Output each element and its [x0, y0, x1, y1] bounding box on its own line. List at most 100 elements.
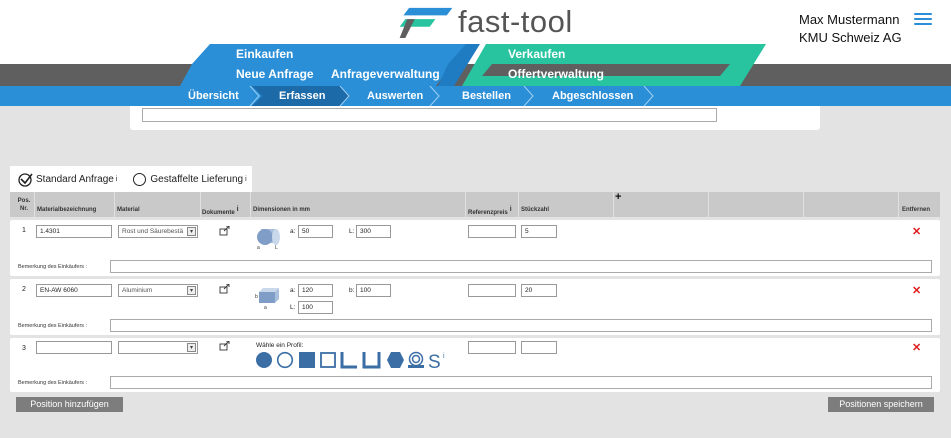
step-chevron-icon: [429, 86, 440, 106]
svg-text:a: a: [257, 245, 260, 250]
quantity-input[interactable]: 5: [521, 225, 557, 238]
profile-prompt: Wähle ein Profil:: [256, 342, 304, 349]
radio-standard-anfrage[interactable]: Standard Anfrage i: [18, 172, 117, 187]
header-remove: Entfernen: [902, 207, 931, 213]
add-column-button[interactable]: +: [615, 192, 621, 203]
quantity-input[interactable]: 20: [521, 284, 557, 297]
radio-circle-icon: [133, 172, 147, 186]
checked-circle-icon: [18, 172, 33, 187]
step-chevron-icon: [339, 86, 350, 106]
dim-l-input[interactable]: 300: [356, 225, 391, 238]
user-info[interactable]: Max Mustermann KMU Schweiz AG: [799, 11, 902, 47]
request-type-selector: Standard Anfrage i Gestaffelte Lieferung…: [10, 166, 252, 192]
material-name-input[interactable]: 1.4301: [36, 225, 112, 238]
remark-label: Bemerkung des Einkäufers :: [18, 264, 88, 270]
logo-mark-icon: [399, 7, 453, 38]
chevron-down-icon: ▾: [187, 343, 196, 352]
header-dimensions: Dimensionen in mm: [253, 207, 311, 213]
reference-price-input[interactable]: [468, 341, 516, 354]
nav-einkaufen[interactable]: Einkaufen: [236, 47, 293, 61]
info-icon[interactable]: i: [510, 206, 512, 213]
info-icon[interactable]: i: [237, 206, 239, 213]
info-icon[interactable]: i: [116, 176, 118, 183]
hexagon-bar-icon: [387, 352, 404, 368]
save-positions-button[interactable]: Positionen speichern: [828, 397, 934, 412]
delete-row-icon[interactable]: ✕: [912, 341, 921, 354]
chevron-down-icon: ▾: [187, 286, 196, 295]
step-erfassen[interactable]: Erfassen: [279, 86, 325, 106]
step-uebersicht[interactable]: Übersicht: [188, 86, 239, 106]
tube-icon: [276, 351, 294, 369]
gestaffelte-lieferung-label: Gestaffelte Lieferung: [150, 173, 244, 185]
chevron-down-icon: ▾: [187, 227, 196, 236]
u-profile-icon: [362, 352, 381, 369]
square-tube-icon: [320, 352, 336, 368]
app-logo[interactable]: fast-tool: [398, 4, 573, 40]
info-icon[interactable]: i: [245, 176, 247, 183]
material-select[interactable]: ▾: [118, 341, 198, 354]
material-select[interactable]: Rost und Säurebestä ▾: [118, 225, 198, 238]
remark-input[interactable]: [110, 376, 932, 389]
step-chevron-icon: [523, 86, 534, 106]
svg-text:L: L: [275, 245, 278, 250]
remark-label: Bemerkung des Einkäufers :: [18, 323, 88, 329]
header-material-name: Materialbezeichnung: [37, 207, 97, 213]
user-name: Max Mustermann: [799, 12, 900, 27]
radio-gestaffelte-lieferung[interactable]: Gestaffelte Lieferung i: [133, 172, 247, 186]
step-bestellen[interactable]: Bestellen: [462, 86, 511, 106]
dim-l-input[interactable]: 100: [298, 301, 333, 314]
material-name-input[interactable]: [36, 341, 112, 354]
remark-input[interactable]: [110, 260, 932, 273]
square-bar-icon: [299, 352, 315, 368]
document-upload-icon[interactable]: [219, 226, 230, 236]
nav-verkaufen[interactable]: Verkaufen: [508, 47, 565, 61]
add-position-button[interactable]: Position hinzufügen: [16, 397, 123, 412]
delete-row-icon[interactable]: ✕: [912, 284, 921, 297]
s-profile-icon: Si: [428, 352, 445, 369]
row-position: 1: [22, 227, 26, 234]
reference-price-input[interactable]: [468, 225, 516, 238]
step-chevron-icon: [643, 86, 654, 106]
header-documents: Dokumente i: [202, 206, 239, 216]
dim-a-label: a:: [290, 287, 296, 294]
svg-text:S: S: [428, 352, 441, 369]
coil-icon: [408, 351, 424, 368]
dim-a-input[interactable]: 50: [298, 225, 333, 238]
header-quantity: Stückzahl: [521, 207, 550, 213]
dim-b-label: b:: [349, 287, 355, 294]
flat-bar-icon: b a: [255, 288, 279, 311]
remark-input[interactable]: [110, 319, 932, 332]
header-material: Material: [117, 207, 140, 213]
dim-b-input[interactable]: 100: [356, 284, 391, 297]
nav-anfrageverwaltung[interactable]: Anfrageverwaltung: [331, 67, 440, 81]
header-pos: Pos. Nr.: [17, 198, 31, 212]
dim-a-input[interactable]: 120: [298, 284, 333, 297]
table-row: 1 1.4301 Rost und Säurebestä ▾ a L a: 50 …: [10, 220, 940, 276]
nav-neue-anfrage[interactable]: Neue Anfrage: [236, 67, 314, 81]
table-row: 3 ▾ Wähle ein Profil: Si ✕ Bemerkung des…: [10, 338, 940, 392]
main-navigation: Einkaufen Neue Anfrage Anfrageverwaltung…: [0, 44, 951, 106]
dim-a-label: a:: [290, 228, 296, 235]
step-auswerten[interactable]: Auswerten: [367, 86, 423, 106]
dim-l-label: L:: [290, 304, 296, 311]
delete-row-icon[interactable]: ✕: [912, 225, 921, 238]
material-select[interactable]: Aluminium ▾: [118, 284, 198, 297]
angle-profile-icon: [340, 352, 357, 369]
remark-label: Bemerkung des Einkäufers :: [18, 380, 88, 386]
nav-offertverwaltung[interactable]: Offertverwaltung: [508, 67, 604, 81]
menu-icon[interactable]: [914, 13, 932, 27]
positions-table-header: Pos. Nr. Materialbezeichnung Material Do…: [10, 192, 940, 217]
request-title-input[interactable]: [142, 108, 717, 122]
reference-price-input[interactable]: [468, 284, 516, 297]
svg-text:a: a: [264, 305, 267, 311]
row-position: 2: [22, 286, 26, 293]
round-bar-icon: a L: [257, 229, 280, 250]
header-reference-price: Referenzpreis i: [468, 206, 512, 216]
quantity-input[interactable]: [521, 341, 557, 354]
document-upload-icon[interactable]: [219, 284, 230, 294]
step-chevron-icon: [249, 86, 260, 106]
document-upload-icon[interactable]: [219, 341, 230, 351]
material-name-input[interactable]: EN-AW 6060: [36, 284, 112, 297]
step-abgeschlossen[interactable]: Abgeschlossen: [552, 86, 633, 106]
profile-picker: Si: [256, 351, 445, 369]
